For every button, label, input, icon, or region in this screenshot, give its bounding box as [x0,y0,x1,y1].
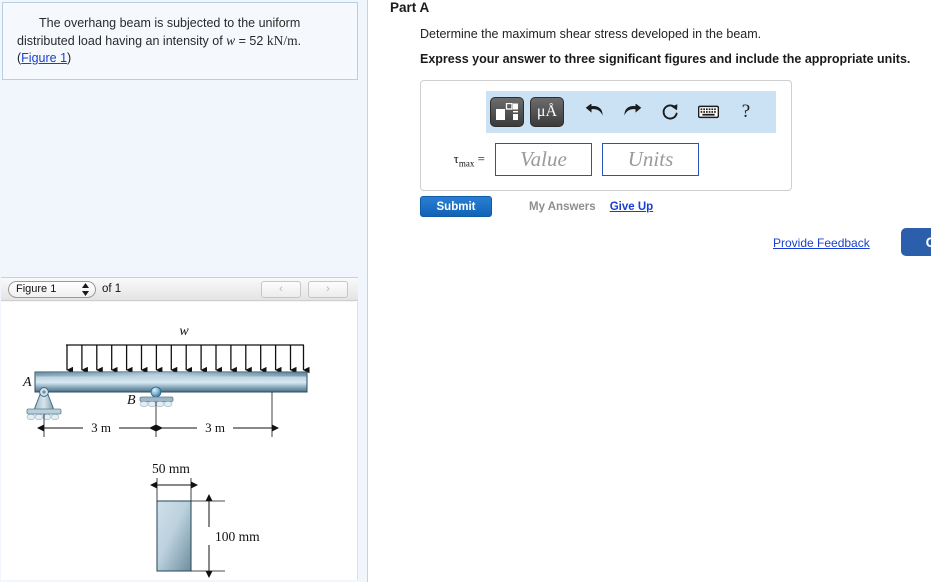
continue-button[interactable]: Co [901,228,931,256]
template-glyph-icon [496,102,518,120]
action-row: Submit My Answers Give Up [420,196,653,217]
redo-icon[interactable] [616,97,648,127]
section-width-label: 50 mm [152,461,190,476]
left-panel: The overhang beam is subjected to the un… [0,0,368,582]
question-units: kN/m [266,33,298,48]
load-intensity-label: w [179,324,189,339]
question-equals-value: = 52 [235,34,264,48]
give-up-link[interactable]: Give Up [610,201,653,213]
figure-select-value: Figure 1 [16,283,57,295]
units-input[interactable]: Units [602,143,699,176]
undo-arrow-icon [585,103,603,115]
part-title: Part A [390,0,430,15]
figure-prev-button[interactable]: ‹ [261,280,301,298]
units-placeholder: Units [627,147,674,171]
figure-next-button[interactable]: › [308,280,348,298]
help-icon[interactable]: ? [730,97,762,127]
math-input-toolbar: μÅ ? [486,91,776,133]
label-support-b: B [127,393,136,408]
chevron-right-icon: › [326,283,330,295]
beam-diagram: w A B 3 m 3 m 50 mm 100 mm [22,324,310,578]
undo-icon[interactable] [578,97,610,127]
label-support-a: A [22,375,32,390]
question-statement-box: The overhang beam is subjected to the un… [2,2,358,80]
figure-select-dropdown[interactable]: Figure 1 [8,280,96,298]
units-input-icon[interactable]: μÅ [530,97,564,127]
units-icon-label: μÅ [536,103,558,120]
section-height-label: 100 mm [215,529,260,544]
reset-icon[interactable] [654,97,686,127]
dimension-left-label: 3 m [91,420,111,435]
question-prompt: Determine the maximum shear stress devel… [420,27,762,41]
value-input[interactable]: Value [495,143,592,176]
cross-section-rect [156,500,192,572]
reset-circular-arrow-icon [662,103,678,120]
variable-w: w [226,33,236,48]
dimension-right-label: 3 m [205,420,225,435]
figure-selector-bar: Figure 1 of 1 ‹ › [1,277,358,301]
answer-input-row: τmax = Value Units [433,143,699,176]
value-placeholder: Value [520,147,567,171]
my-answers-link[interactable]: My Answers [529,201,596,213]
question-text: The overhang beam is subjected to the un… [3,3,357,50]
answer-entry-box: μÅ ? τmax = Value Units [420,80,792,191]
help-question-mark: ? [741,101,751,122]
question-line-2-pre: distributed load having an intensity of [17,34,227,48]
keyboard-icon[interactable] [692,97,724,127]
math-template-icon[interactable] [490,97,524,127]
figure-link-row: (Figure 1) [3,50,357,67]
answer-symbol-label: τmax = [433,151,485,169]
answer-format-instruction: Express your answer to three significant… [420,52,911,66]
chevron-left-icon: ‹ [279,283,283,295]
stepper-icon [82,282,89,296]
equals-sign: = [477,150,485,166]
page-root: The overhang beam is subjected to the un… [0,0,931,582]
figure-1-link[interactable]: Figure 1 [21,51,67,65]
provide-feedback-link[interactable]: Provide Feedback [773,236,870,250]
figure-count-label: of 1 [102,283,122,295]
question-line-1: The overhang beam is subjected to the un… [39,16,301,30]
distributed-load-arrows [66,345,310,374]
question-period: . [297,34,302,48]
paren-close: ) [67,51,72,65]
figure-canvas: w A B 3 m 3 m 50 mm 100 mm [1,302,358,580]
redo-arrow-icon [623,103,641,115]
on-screen-keyboard-icon [697,105,719,119]
right-panel: Part A Determine the maximum shear stres… [368,0,931,582]
tau-subscript: max [458,158,475,169]
chevron-updown-icon [82,282,89,296]
submit-button[interactable]: Submit [420,196,492,217]
